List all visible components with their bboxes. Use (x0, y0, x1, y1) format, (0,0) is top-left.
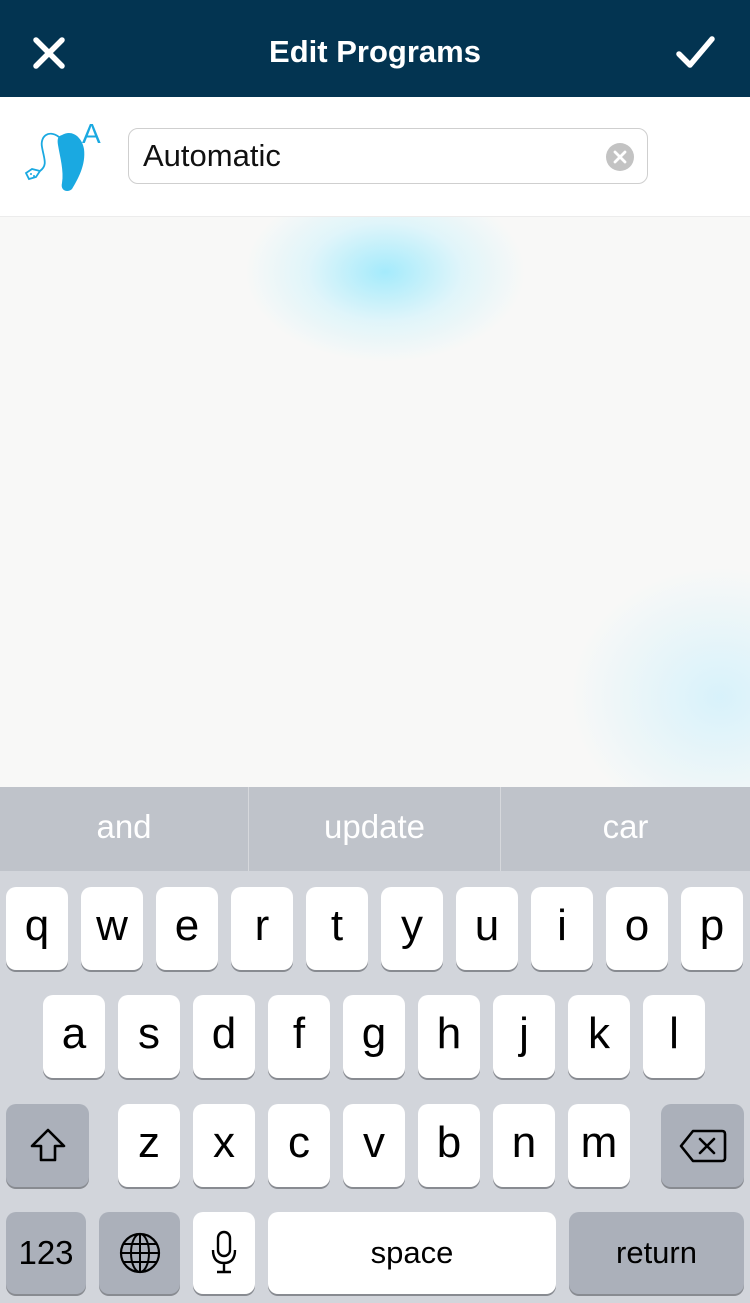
key-t[interactable]: t (306, 887, 368, 970)
key-label: c (288, 1118, 310, 1167)
key-label: n (511, 1118, 537, 1167)
key-c[interactable]: c (268, 1104, 330, 1187)
key-label: v (363, 1118, 385, 1167)
shift-key[interactable] (6, 1104, 89, 1187)
key-y[interactable]: y (381, 887, 443, 970)
key-z[interactable]: z (118, 1104, 180, 1187)
key-label: p (699, 901, 725, 950)
return-key-label: return (616, 1235, 697, 1270)
key-label: f (292, 1009, 306, 1058)
key-l[interactable]: l (643, 995, 705, 1078)
suggestion-item[interactable]: car (501, 787, 750, 871)
key-p[interactable]: p (681, 887, 743, 970)
key-o[interactable]: o (606, 887, 668, 970)
numbers-key-label: 123 (18, 1234, 74, 1271)
hearing-aid-automatic-icon: A (20, 115, 110, 195)
key-e[interactable]: e (156, 887, 218, 970)
key-label: d (211, 1009, 237, 1058)
key-q[interactable]: q (6, 887, 68, 970)
key-label: a (61, 1009, 87, 1058)
key-label: e (174, 901, 200, 950)
globe-icon (119, 1232, 161, 1274)
backspace-icon (679, 1129, 727, 1163)
key-x[interactable]: x (193, 1104, 255, 1187)
key-label: l (669, 1009, 679, 1058)
key-label: m (580, 1118, 618, 1167)
key-label: z (138, 1118, 160, 1167)
return-key[interactable]: return (569, 1212, 744, 1294)
key-b[interactable]: b (418, 1104, 480, 1187)
key-label: x (213, 1118, 235, 1167)
key-k[interactable]: k (568, 995, 630, 1078)
key-label: w (96, 901, 128, 950)
suggestion-bar: and update car (0, 787, 750, 871)
program-name-input[interactable] (143, 129, 583, 183)
key-d[interactable]: d (193, 995, 255, 1078)
on-screen-keyboard: and update car qwe r t y u i op a s d f gh j k l z x c v bn… (0, 787, 750, 1303)
key-label: s (138, 1009, 160, 1058)
key-label: j (519, 1009, 529, 1058)
key-label: r (254, 901, 270, 950)
key-n[interactable]: n (493, 1104, 555, 1187)
program-name-field[interactable] (128, 128, 648, 184)
key-f[interactable]: f (268, 995, 330, 1078)
key-label: y (401, 901, 423, 950)
key-u[interactable]: u (456, 887, 518, 970)
key-label: k (588, 1009, 610, 1058)
key-label: i (557, 901, 567, 950)
shift-arrow-icon (30, 1128, 66, 1162)
key-label: o (624, 901, 650, 950)
space-key[interactable]: space (268, 1212, 556, 1294)
space-key-label: space (370, 1235, 454, 1270)
page-title: Edit Programs (269, 34, 481, 69)
clear-circle-icon (613, 150, 627, 164)
delete-key[interactable] (661, 1104, 744, 1187)
dictation-key[interactable] (193, 1212, 255, 1294)
key-label: g (361, 1009, 387, 1058)
clear-text-button[interactable] (606, 143, 634, 171)
microphone-icon (211, 1230, 237, 1274)
key-i[interactable]: i (531, 887, 593, 970)
key-r[interactable]: r (231, 887, 293, 970)
svg-text:A: A (82, 118, 101, 149)
key-label: h (436, 1009, 462, 1058)
content-area (0, 217, 750, 787)
key-m[interactable]: m (568, 1104, 630, 1187)
program-header: A (0, 97, 750, 217)
navigation-bar: Edit Programs (0, 0, 750, 97)
key-label: t (330, 901, 344, 950)
key-v[interactable]: v (343, 1104, 405, 1187)
suggestion-item[interactable]: and (0, 787, 248, 871)
key-w[interactable]: w (81, 887, 143, 970)
done-button[interactable] (670, 28, 720, 78)
key-g[interactable]: g (343, 995, 405, 1078)
key-j[interactable]: j (493, 995, 555, 1078)
key-label: q (24, 901, 50, 950)
globe-key[interactable] (99, 1212, 180, 1294)
numbers-key[interactable]: 123 (6, 1212, 86, 1294)
suggestion-item[interactable]: update (249, 787, 500, 871)
key-label: u (474, 901, 500, 950)
key-h[interactable]: h (418, 995, 480, 1078)
key-a[interactable]: a (43, 995, 105, 1078)
key-s[interactable]: s (118, 995, 180, 1078)
checkmark-icon (676, 36, 715, 68)
key-label: b (436, 1118, 462, 1167)
